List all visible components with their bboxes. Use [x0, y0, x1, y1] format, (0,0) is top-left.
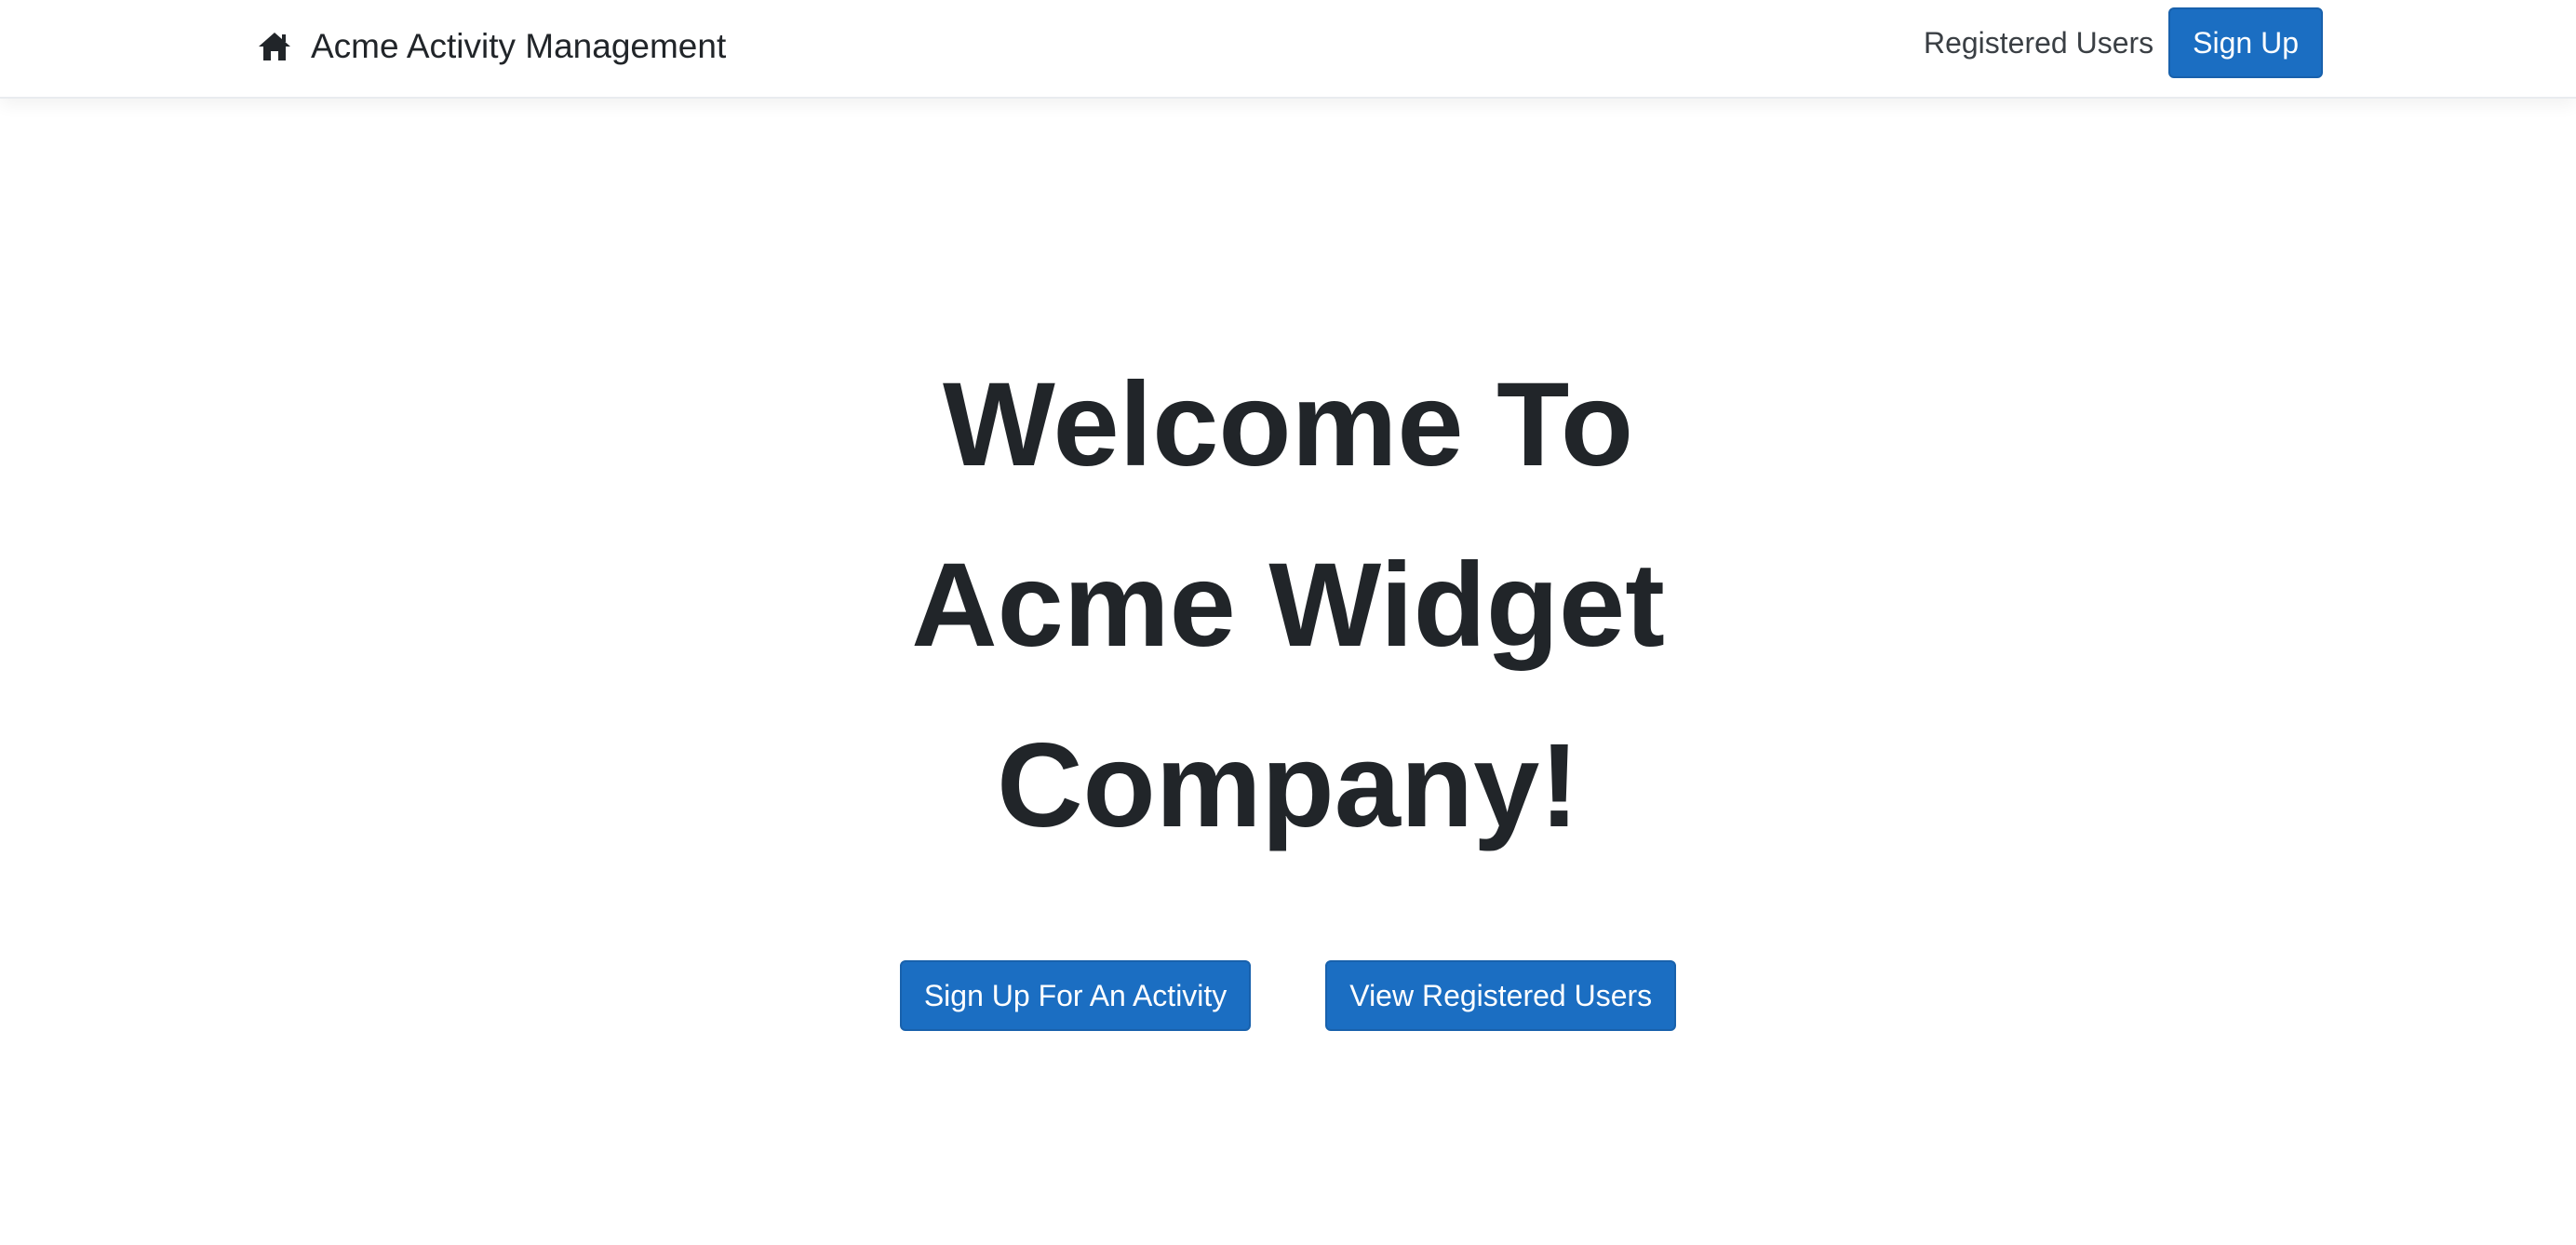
- brand-link[interactable]: Acme Activity Management: [257, 20, 726, 73]
- page-title: Welcome To Acme Widget Company!: [911, 358, 1665, 852]
- hero-actions: Sign Up For An Activity View Registered …: [0, 960, 2576, 1031]
- view-registered-users-button[interactable]: View Registered Users: [1325, 960, 1677, 1031]
- home-icon: [257, 31, 292, 62]
- nav-right: Registered Users Sign Up: [1924, 7, 2323, 78]
- top-navbar: Acme Activity Management Registered User…: [0, 0, 2576, 99]
- sign-up-activity-button[interactable]: Sign Up For An Activity: [899, 960, 1252, 1031]
- sign-up-button[interactable]: Sign Up: [2168, 7, 2323, 78]
- hero-section: Welcome To Acme Widget Company!: [0, 335, 2576, 877]
- brand-title: Acme Activity Management: [311, 27, 727, 65]
- registered-users-link[interactable]: Registered Users: [1924, 26, 2153, 60]
